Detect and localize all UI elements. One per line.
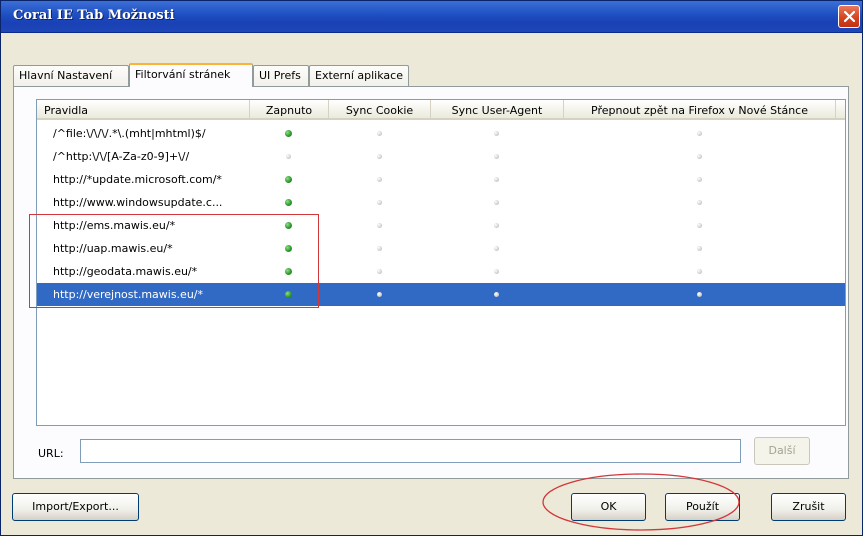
rule-pattern: http://www.windowsupdate.c... bbox=[53, 196, 223, 209]
url-input[interactable] bbox=[80, 439, 741, 463]
table-row[interactable]: /^file:\/\/\/.*\.(mht|mhtml)$/ bbox=[37, 122, 845, 145]
table-row[interactable]: /^http:\/\/[A-Za-z0-9]+\// bbox=[37, 145, 845, 168]
table-row[interactable]: http://ems.mawis.eu/* bbox=[37, 214, 845, 237]
sync-ua-indicator[interactable] bbox=[494, 269, 499, 274]
close-button[interactable] bbox=[838, 5, 860, 28]
column-switch-back[interactable]: Přepnout zpět na Firefox v Nové Stánce bbox=[564, 100, 836, 120]
table-row[interactable]: http://www.windowsupdate.c... bbox=[37, 191, 845, 214]
switch-back-indicator[interactable] bbox=[697, 131, 702, 136]
sync-ua-indicator[interactable] bbox=[494, 200, 499, 205]
sync-cookie-indicator[interactable] bbox=[377, 292, 382, 297]
next-button[interactable]: Další bbox=[754, 437, 810, 465]
apply-button[interactable]: Použít bbox=[665, 493, 740, 521]
tab-general[interactable]: Hlavní Nastavení bbox=[13, 65, 129, 86]
list-header: Pravidla Zapnuto Sync Cookie Sync User-A… bbox=[37, 100, 845, 120]
import-export-button[interactable]: Import/Export... bbox=[12, 493, 139, 521]
sync-cookie-indicator[interactable] bbox=[377, 131, 382, 136]
rule-pattern: http://ems.mawis.eu/* bbox=[53, 219, 176, 232]
enabled-indicator[interactable] bbox=[285, 176, 292, 183]
column-sync-user-agent[interactable]: Sync User-Agent bbox=[431, 100, 564, 120]
sync-cookie-indicator[interactable] bbox=[377, 223, 382, 228]
table-row[interactable]: http://verejnost.mawis.eu/* bbox=[37, 283, 845, 306]
enabled-indicator[interactable] bbox=[285, 268, 292, 275]
switch-back-indicator[interactable] bbox=[697, 246, 702, 251]
table-row[interactable]: http://uap.mawis.eu/* bbox=[37, 237, 845, 260]
sync-ua-indicator[interactable] bbox=[494, 131, 499, 136]
tab-panel: Pravidla Zapnuto Sync Cookie Sync User-A… bbox=[13, 86, 849, 479]
sync-ua-indicator[interactable] bbox=[494, 154, 499, 159]
tab-page-filter[interactable]: Filtorvání stránek bbox=[129, 63, 253, 87]
sync-cookie-indicator[interactable] bbox=[377, 154, 382, 159]
sync-cookie-indicator[interactable] bbox=[377, 269, 382, 274]
table-row[interactable]: http://*update.microsoft.com/* bbox=[37, 168, 845, 191]
sync-cookie-indicator[interactable] bbox=[377, 200, 382, 205]
rule-pattern: http://geodata.mawis.eu/* bbox=[53, 265, 198, 278]
rule-pattern: /^http:\/\/[A-Za-z0-9]+\// bbox=[53, 150, 190, 163]
rule-pattern: http://verejnost.mawis.eu/* bbox=[53, 288, 204, 301]
sync-ua-indicator[interactable] bbox=[494, 292, 499, 297]
switch-back-indicator[interactable] bbox=[697, 154, 702, 159]
enabled-indicator[interactable] bbox=[285, 291, 292, 298]
switch-back-indicator[interactable] bbox=[697, 200, 702, 205]
enabled-indicator[interactable] bbox=[285, 222, 292, 229]
sync-ua-indicator[interactable] bbox=[494, 246, 499, 251]
enabled-indicator[interactable] bbox=[285, 199, 292, 206]
sync-cookie-indicator[interactable] bbox=[377, 246, 382, 251]
column-rules[interactable]: Pravidla bbox=[37, 100, 250, 120]
tab-external-apps[interactable]: Externí aplikace bbox=[309, 65, 409, 86]
rules-list[interactable]: Pravidla Zapnuto Sync Cookie Sync User-A… bbox=[36, 99, 846, 426]
title-bar[interactable]: Coral IE Tab Možnosti bbox=[1, 1, 862, 33]
switch-back-indicator[interactable] bbox=[697, 177, 702, 182]
column-sync-cookie[interactable]: Sync Cookie bbox=[329, 100, 431, 120]
url-label: URL: bbox=[38, 447, 64, 460]
enabled-indicator[interactable] bbox=[286, 154, 291, 159]
sync-cookie-indicator[interactable] bbox=[377, 177, 382, 182]
tab-ui-prefs[interactable]: UI Prefs bbox=[253, 65, 309, 86]
switch-back-indicator[interactable] bbox=[697, 269, 702, 274]
switch-back-indicator[interactable] bbox=[697, 223, 702, 228]
window-title: Coral IE Tab Možnosti bbox=[13, 8, 175, 23]
cancel-button[interactable]: Zrušit bbox=[771, 493, 846, 521]
rule-pattern: http://*update.microsoft.com/* bbox=[53, 173, 222, 186]
options-dialog: Coral IE Tab Možnosti Hlavní Nastavení F… bbox=[0, 0, 863, 536]
ok-button[interactable]: OK bbox=[571, 493, 646, 521]
table-row[interactable]: http://geodata.mawis.eu/* bbox=[37, 260, 845, 283]
enabled-indicator[interactable] bbox=[285, 245, 292, 252]
switch-back-indicator[interactable] bbox=[697, 292, 702, 297]
rule-pattern: /^file:\/\/\/.*\.(mht|mhtml)$/ bbox=[53, 127, 206, 140]
sync-ua-indicator[interactable] bbox=[494, 223, 499, 228]
sync-ua-indicator[interactable] bbox=[494, 177, 499, 182]
rule-pattern: http://uap.mawis.eu/* bbox=[53, 242, 173, 255]
column-enabled[interactable]: Zapnuto bbox=[250, 100, 329, 120]
close-icon bbox=[844, 11, 855, 22]
enabled-indicator[interactable] bbox=[285, 130, 292, 137]
